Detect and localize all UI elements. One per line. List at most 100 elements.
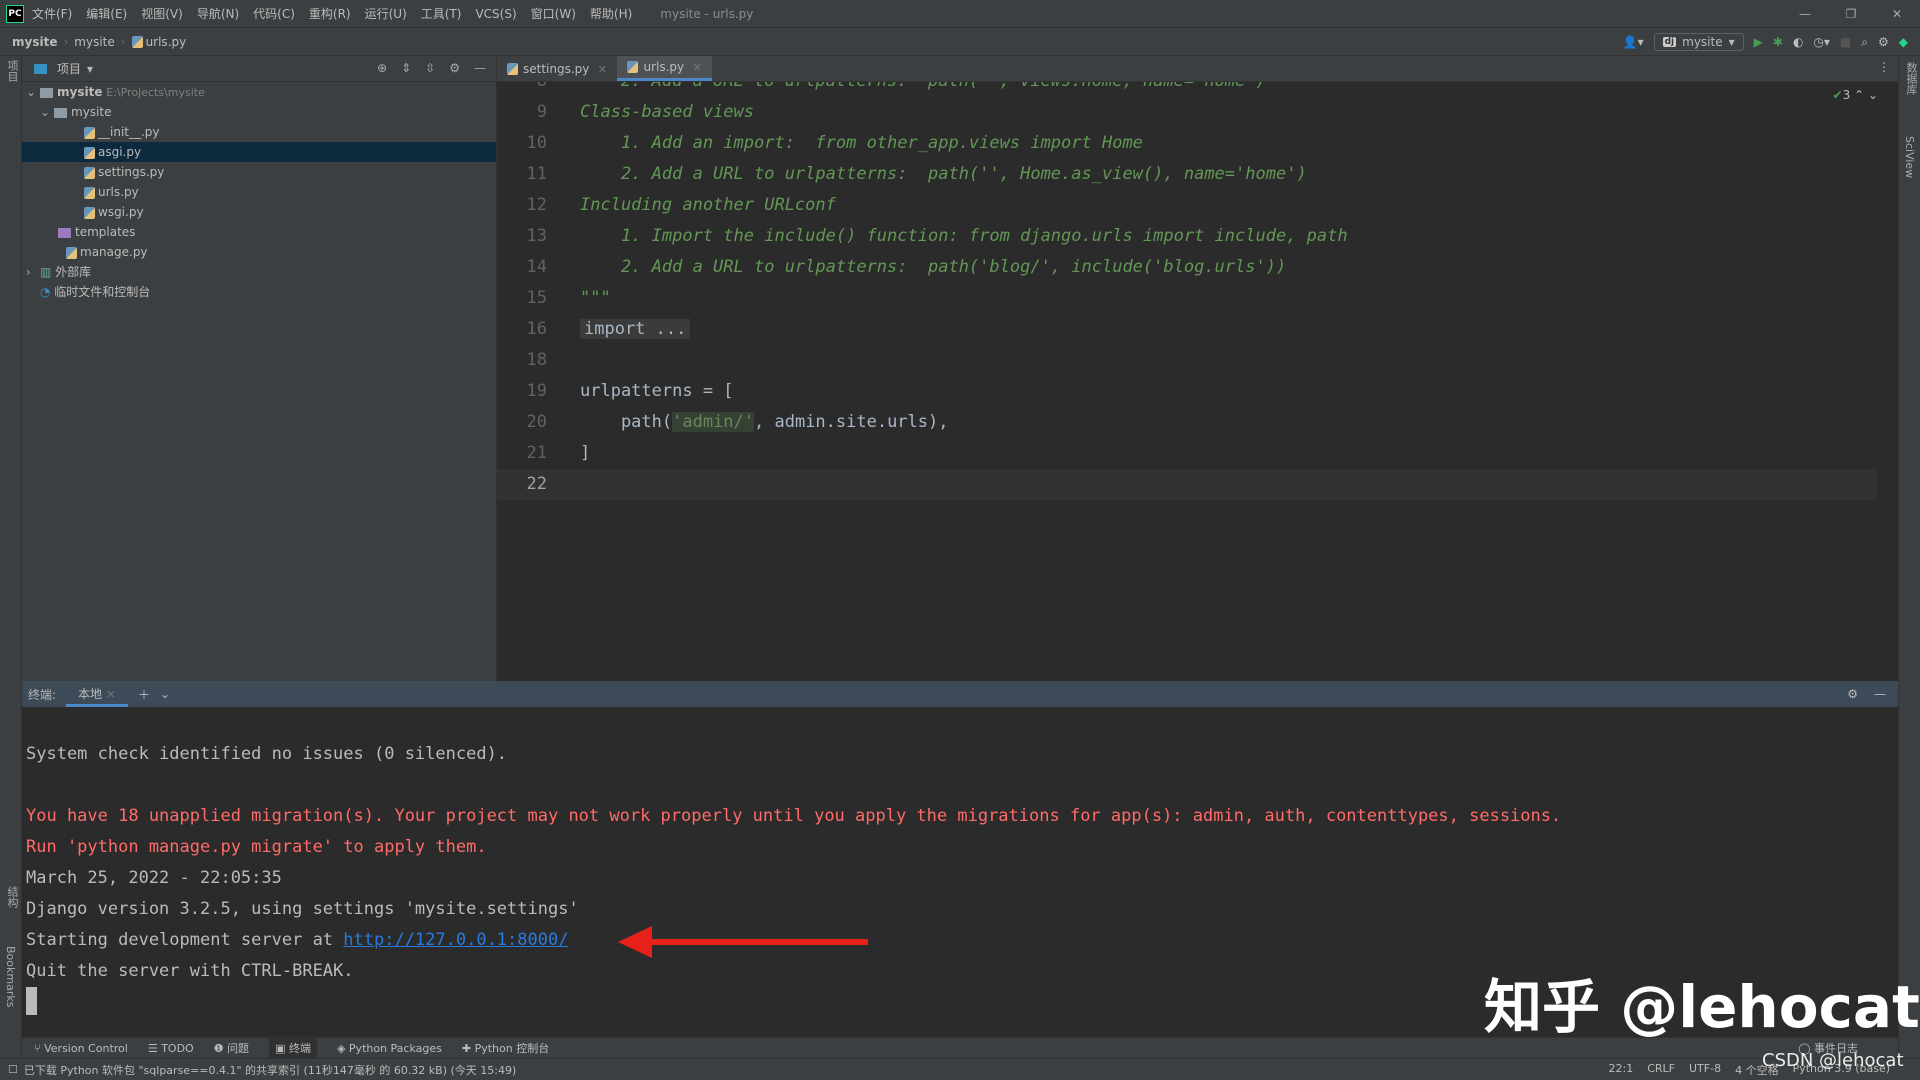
menu-view[interactable]: 视图(V) <box>141 7 183 21</box>
run-icon[interactable]: ▶ <box>1754 35 1763 49</box>
tool-window-bar: ⑂ Version Control ☰ TODO ❶ 问题 ▣ 终端 ◈ Pyt… <box>22 1037 1898 1058</box>
gear-icon[interactable]: ⚙ <box>1878 35 1889 49</box>
folded-imports[interactable]: import ... <box>580 319 691 339</box>
file-encoding[interactable]: UTF-8 <box>1689 1062 1721 1078</box>
menu-edit[interactable]: 编辑(E) <box>86 7 127 21</box>
tool-problems[interactable]: ❶ 问题 <box>214 1040 249 1056</box>
tab-urls-py[interactable]: urls.py × <box>617 54 713 81</box>
hide-icon[interactable]: — <box>474 61 486 75</box>
close-tab-icon[interactable]: × <box>692 54 702 80</box>
project-icon <box>34 63 47 74</box>
menu-tools[interactable]: 工具(T) <box>421 7 462 21</box>
django-icon: dj <box>1662 37 1677 47</box>
gear-icon[interactable]: ⚙ <box>449 61 460 75</box>
menu-refactor[interactable]: 重构(R) <box>309 7 351 21</box>
menu-navigate[interactable]: 导航(N) <box>197 7 239 21</box>
code-editor[interactable]: ✔3 ⌃ ⌄ 8 2. Add a URL to urlpatterns: pa… <box>497 82 1898 680</box>
tree-item-urls[interactable]: urls.py <box>22 182 496 202</box>
structure-tool-button[interactable]: 结构 <box>4 886 20 908</box>
terminal-label: 终端: <box>28 687 57 702</box>
stop-icon[interactable]: ■ <box>1840 35 1851 49</box>
tree-item-manage[interactable]: manage.py <box>22 242 496 262</box>
terminal-error-line: You have 18 unapplied migration(s). Your… <box>26 806 1562 826</box>
tool-terminal[interactable]: ▣ 终端 <box>269 1038 317 1058</box>
menu-run[interactable]: 运行(U) <box>365 7 407 21</box>
breadcrumb-project[interactable]: mysite <box>12 35 57 49</box>
coverage-icon[interactable]: ◐ <box>1793 35 1803 49</box>
server-url-link[interactable]: http://127.0.0.1:8000/ <box>343 930 568 950</box>
toolbox-icon[interactable]: ◆ <box>1899 35 1908 49</box>
tree-item-asgi[interactable]: asgi.py <box>22 142 496 162</box>
tool-python-console[interactable]: ✚ Python 控制台 <box>462 1040 549 1056</box>
pycharm-logo: PC <box>6 4 24 23</box>
left-tool-strip: 项目 结构 Bookmarks <box>0 56 22 1058</box>
menu-vcs[interactable]: VCS(S) <box>475 7 516 21</box>
tool-todo[interactable]: ☰ TODO <box>148 1042 194 1055</box>
terminal-line: Django version 3.2.5, using settings 'my… <box>26 899 579 919</box>
locate-icon[interactable]: ⊕ <box>377 61 387 75</box>
csdn-watermark: CSDN @lehocat <box>1762 1050 1904 1071</box>
gear-icon[interactable]: ⚙ <box>1847 687 1858 701</box>
tab-settings-py[interactable]: settings.py × <box>497 56 617 81</box>
terminal-line: Quit the server with CTRL-BREAK. <box>26 961 354 981</box>
run-config-label: mysite <box>1682 35 1723 49</box>
run-config-select[interactable]: dj mysite ▾ <box>1653 33 1744 51</box>
sciview-tool-button[interactable]: SciView <box>1903 136 1916 178</box>
project-tool-button[interactable]: 项目 <box>4 60 20 82</box>
tree-item-settings[interactable]: settings.py <box>22 162 496 182</box>
tree-item-external-libraries[interactable]: › ▥ 外部库 <box>22 262 496 282</box>
new-terminal-icon[interactable]: ＋ <box>138 686 150 703</box>
status-message: 已下载 Python 软件包 "sqlparse==0.4.1" 的共享索引 (… <box>23 1063 517 1077</box>
tree-item-init[interactable]: __init__.py <box>22 122 496 142</box>
more-tabs-icon[interactable]: ⋮ <box>1878 60 1890 74</box>
breadcrumb-folder[interactable]: mysite <box>74 35 114 49</box>
terminal-line: March 25, 2022 - 22:05:35 <box>26 868 282 888</box>
terminal-tab-local[interactable]: 本地 × <box>66 682 128 707</box>
line-separator[interactable]: CRLF <box>1647 1062 1675 1078</box>
library-icon: ▥ <box>40 265 56 279</box>
tool-python-packages[interactable]: ◈ Python Packages <box>337 1042 442 1055</box>
terminal-caret <box>26 987 37 1015</box>
editor-tabs: settings.py × urls.py × ⋮ <box>497 56 1898 82</box>
caret-position[interactable]: 22:1 <box>1609 1062 1634 1078</box>
menu-code[interactable]: 代码(C) <box>253 7 295 21</box>
terminal-line: System check identified no issues (0 sil… <box>26 744 508 764</box>
tree-item-root[interactable]: ⌄ mysite E:\Projects\mysite <box>22 82 496 102</box>
tool-version-control[interactable]: ⑂ Version Control <box>34 1042 128 1055</box>
breadcrumb-file[interactable]: urls.py <box>146 35 187 49</box>
python-file-icon <box>131 35 143 48</box>
tree-item-wsgi[interactable]: wsgi.py <box>22 202 496 222</box>
project-header[interactable]: 项目 <box>57 60 81 77</box>
collapse-all-icon[interactable]: ⇳ <box>425 61 435 75</box>
minimize-button[interactable]: — <box>1782 0 1828 28</box>
menu-help[interactable]: 帮助(H) <box>590 7 632 21</box>
expand-all-icon[interactable]: ⇕ <box>401 61 411 75</box>
menu-bar: 文件(F) 编辑(E) 视图(V) 导航(N) 代码(C) 重构(R) 运行(U) 工具(T)… <box>32 5 646 22</box>
project-panel: 项目 ▾ ⊕ ⇕ ⇳ ⚙ — ⌄ mysite E:\Projects\mysite ⌄ my… <box>22 56 497 681</box>
red-arrow-annotation <box>618 926 868 958</box>
profile-icon[interactable]: ◷▾ <box>1813 35 1830 49</box>
menu-file[interactable]: 文件(F) <box>32 7 72 21</box>
window-title: mysite - urls.py <box>660 6 754 21</box>
user-icon[interactable]: 👤▾ <box>1623 35 1644 49</box>
tree-item-templates[interactable]: templates <box>22 222 496 242</box>
tree-item-mysite[interactable]: ⌄ mysite <box>22 102 496 122</box>
debug-icon[interactable]: ✱ <box>1773 35 1783 49</box>
title-bar: PC 文件(F) 编辑(E) 视图(V) 导航(N) 代码(C) 重构(R) 运行(U) 工具… <box>0 0 1920 28</box>
navigation-bar: mysite › mysite › urls.py 👤▾ dj mysite ▾ ▶ ✱… <box>0 28 1920 56</box>
database-tool-button[interactable]: 数据库 <box>1903 62 1919 95</box>
restore-button[interactable]: ❐ <box>1828 0 1874 28</box>
chevron-down-icon[interactable]: ⌄ <box>160 687 170 701</box>
scratch-icon: ◔ <box>40 285 55 299</box>
bookmarks-tool-button[interactable]: Bookmarks <box>4 946 17 1007</box>
hide-icon[interactable]: — <box>1874 687 1886 701</box>
terminal-header: 终端: 本地 × ＋ ⌄ ⚙ — <box>22 681 1898 707</box>
status-bar: ☐ 已下载 Python 软件包 "sqlparse==0.4.1" 的共享索引… <box>0 1058 1920 1080</box>
close-button[interactable]: ✕ <box>1874 0 1920 28</box>
close-tab-icon[interactable]: × <box>597 56 607 82</box>
tree-item-scratches[interactable]: ◔ 临时文件和控制台 <box>22 282 496 302</box>
menu-window[interactable]: 窗口(W) <box>531 7 576 21</box>
search-icon[interactable]: ⌕ <box>1861 35 1868 50</box>
status-icon[interactable]: ☐ <box>8 1063 18 1076</box>
terminal-error-line: Run 'python manage.py migrate' to apply … <box>26 837 487 857</box>
